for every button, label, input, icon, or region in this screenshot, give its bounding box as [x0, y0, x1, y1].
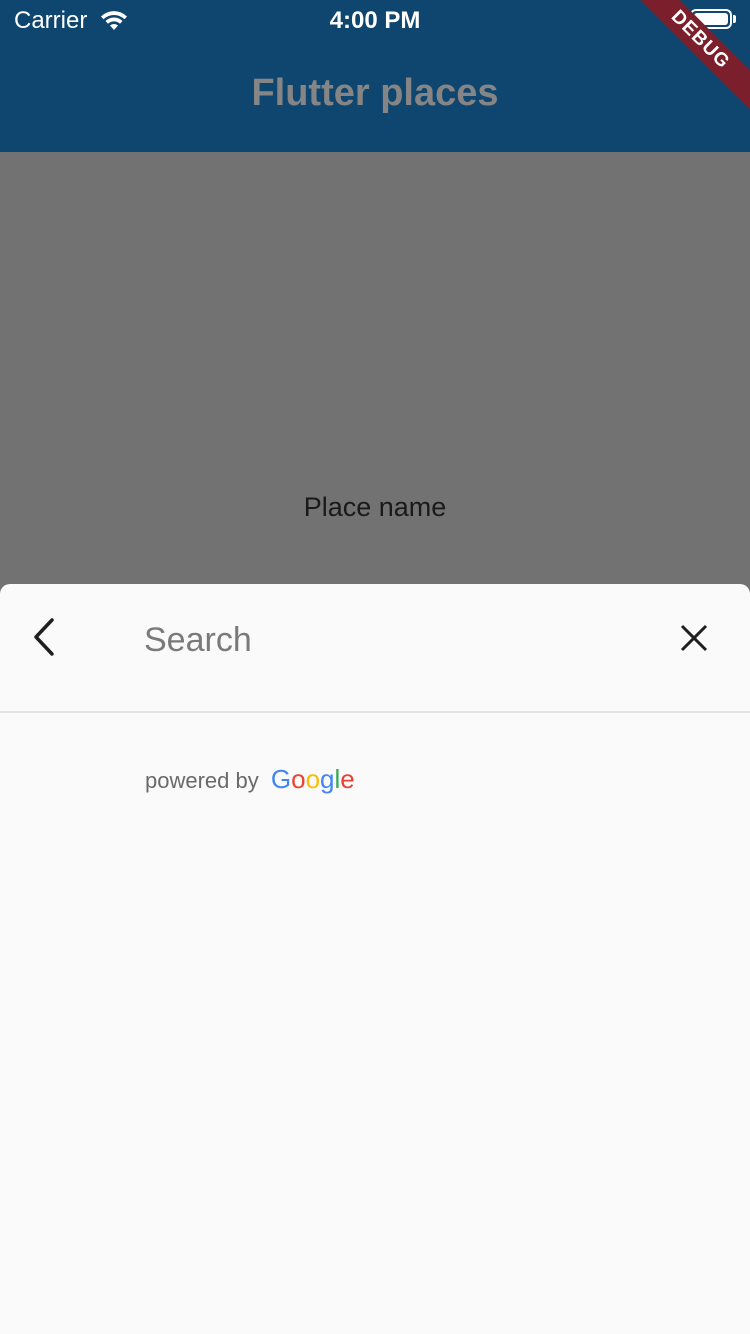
page-title: Flutter places — [251, 72, 499, 114]
google-logo-letter: G — [270, 764, 292, 794]
google-logo: Google — [271, 764, 355, 794]
status-bar: Carrier 4:00 PM — [0, 0, 750, 40]
chevron-left-icon — [30, 617, 58, 662]
place-name-text: Place name — [303, 492, 447, 522]
close-icon — [679, 623, 709, 658]
google-logo-letter: o — [305, 764, 321, 794]
google-logo-letter: g — [320, 764, 335, 794]
google-logo-letter: o — [291, 764, 306, 794]
divider — [0, 711, 750, 713]
powered-by-google-attribution: powered by Google — [145, 764, 355, 795]
attribution-prefix: powered by — [145, 768, 259, 793]
status-time: 4:00 PM — [329, 7, 421, 34]
search-sheet: powered by Google — [0, 584, 750, 1334]
battery-nub — [733, 15, 736, 23]
back-button[interactable] — [22, 610, 66, 668]
battery-icon — [690, 9, 732, 29]
app-bar: Carrier 4:00 PM Flutter places — [0, 0, 750, 152]
clear-search-button[interactable] — [668, 614, 720, 666]
search-input[interactable] — [144, 614, 644, 666]
google-logo-letter: e — [340, 764, 355, 794]
